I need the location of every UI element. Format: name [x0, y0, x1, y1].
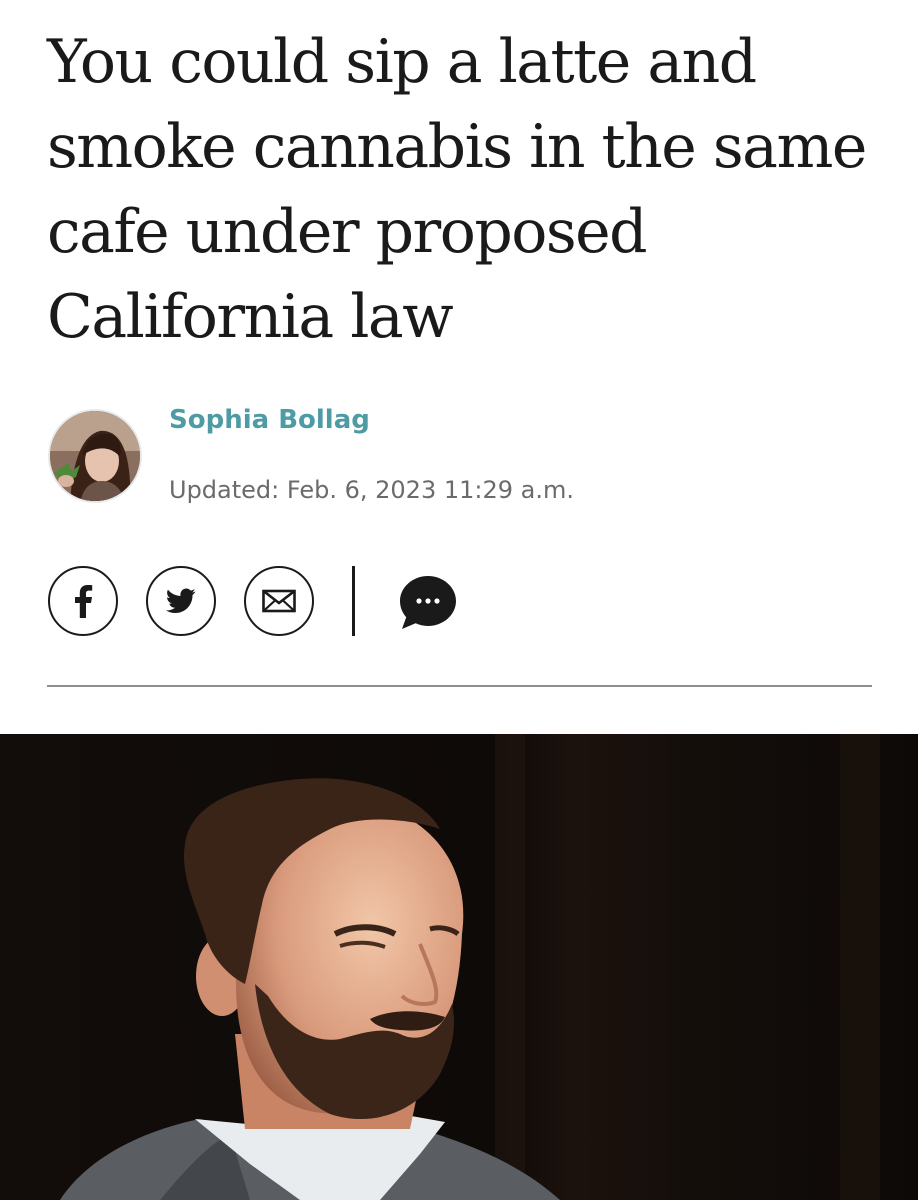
hero-photo — [0, 734, 918, 1200]
headline: You could sip a latte and smoke cannabis… — [47, 27, 867, 352]
facebook-icon — [75, 585, 93, 618]
twitter-share-button[interactable] — [146, 566, 216, 636]
comment-bubble-icon — [400, 576, 456, 629]
updated-timestamp: Updated: Feb. 6, 2023 11:29 a.m. — [169, 476, 574, 504]
article-header: You could sip a latte and smoke cannabis… — [0, 0, 918, 734]
author-name-link[interactable]: Sophia Bollag — [169, 402, 370, 438]
email-share-button[interactable] — [244, 566, 314, 636]
share-divider — [352, 566, 355, 636]
author-avatar-photo — [50, 411, 140, 501]
twitter-icon — [166, 588, 196, 613]
header-divider — [47, 685, 872, 687]
author-avatar[interactable] — [48, 409, 142, 503]
email-icon — [262, 589, 296, 613]
hero-photo-image — [0, 734, 918, 1200]
facebook-share-button[interactable] — [48, 566, 118, 636]
comments-button[interactable] — [398, 574, 458, 630]
